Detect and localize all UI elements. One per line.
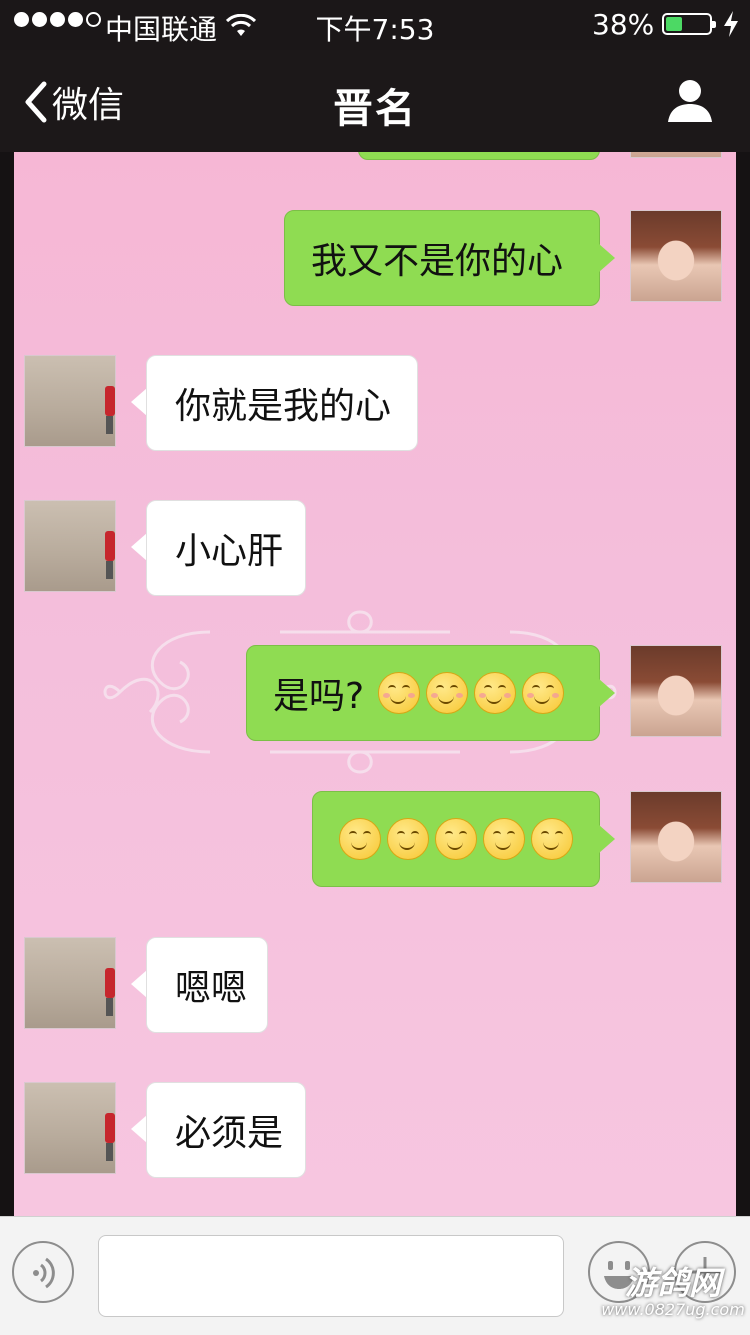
chat-area[interactable]: 我又不是你的心 你就是我的心 小心肝 是吗? 嗯嗯 必须是 <box>0 152 750 1216</box>
avatar-contact[interactable] <box>24 1082 116 1174</box>
avatar-contact[interactable] <box>24 355 116 447</box>
avatar-contact[interactable] <box>24 500 116 592</box>
smile-emoji-icon <box>531 818 573 860</box>
watermark-url: www.0827ug.com <box>601 1300 745 1319</box>
avatar-sender-partial[interactable] <box>630 152 722 158</box>
bubble-tail <box>131 388 147 416</box>
bubble-tail <box>131 1115 147 1143</box>
message-bubble[interactable]: 我又不是你的心 <box>284 210 600 306</box>
message-bubble[interactable]: 嗯嗯 <box>146 937 268 1033</box>
bubble-tail <box>599 825 615 853</box>
message-input[interactable] <box>98 1235 564 1317</box>
message-text: 我又不是你的心 <box>311 241 564 282</box>
message-text: 必须是 <box>175 1113 284 1154</box>
watermark-logo-text: 游鸽网 <box>624 1264 721 1302</box>
smile-emoji-icon <box>435 818 477 860</box>
watermark-logo: 游鸽网 www.0827ug.com <box>598 1258 748 1319</box>
person-icon[interactable] <box>666 78 714 128</box>
message-text: 你就是我的心 <box>175 386 392 427</box>
smile-emoji-icon <box>426 672 469 714</box>
emoji-row <box>378 672 565 714</box>
voice-icon[interactable] <box>12 1241 74 1303</box>
message-text: 嗯嗯 <box>175 968 248 1009</box>
smile-emoji-icon <box>378 672 421 714</box>
message-bubble[interactable]: 必须是 <box>146 1082 306 1178</box>
message-text: 是吗? <box>273 676 365 717</box>
charging-icon <box>722 10 740 45</box>
battery-icon <box>662 13 716 35</box>
battery-percent: 38% <box>592 8 655 41</box>
smile-emoji-icon <box>522 672 565 714</box>
message-bubble[interactable] <box>312 791 600 887</box>
avatar-sender[interactable] <box>630 210 722 302</box>
smile-emoji-icon <box>483 818 525 860</box>
message-bubble-partial[interactable] <box>358 152 600 160</box>
emoji-row <box>339 818 573 860</box>
smile-emoji-icon <box>387 818 429 860</box>
bubble-tail <box>599 244 615 272</box>
avatar-sender[interactable] <box>630 791 722 883</box>
nav-bar: 微信 晋名 <box>0 50 750 152</box>
avatar-contact[interactable] <box>24 937 116 1029</box>
message-bubble[interactable]: 是吗? <box>246 645 600 741</box>
avatar-sender[interactable] <box>630 645 722 737</box>
bubble-tail <box>131 533 147 561</box>
smile-emoji-icon <box>339 818 381 860</box>
bubble-tail <box>599 679 615 707</box>
smile-emoji-icon <box>474 672 517 714</box>
bubble-tail <box>131 970 147 998</box>
chat-title: 晋名 <box>333 86 417 132</box>
status-bar: 中国联通 下午7:53 38% <box>0 0 750 50</box>
message-text: 小心肝 <box>175 531 284 572</box>
message-bubble[interactable]: 你就是我的心 <box>146 355 418 451</box>
message-bubble[interactable]: 小心肝 <box>146 500 306 596</box>
battery-level <box>666 17 682 31</box>
